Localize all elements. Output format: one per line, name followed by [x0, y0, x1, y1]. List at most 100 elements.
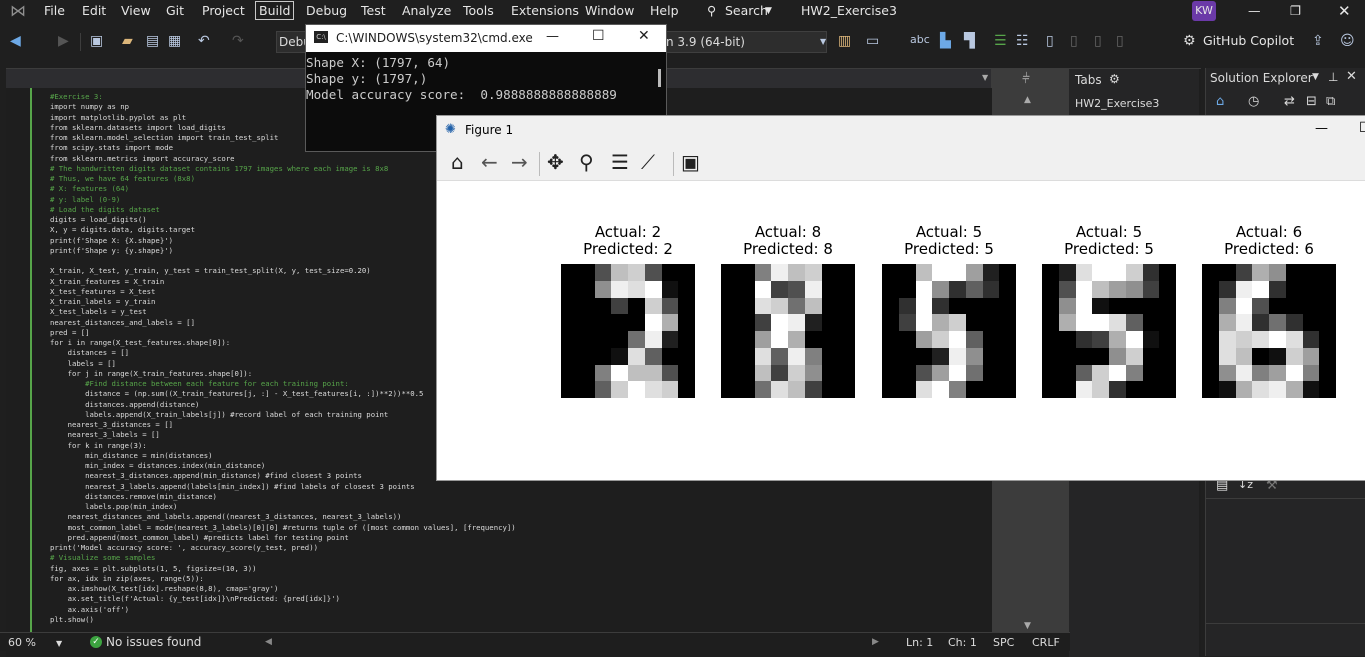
code-line[interactable]: distances = []	[50, 348, 130, 357]
feedback-icon[interactable]: ☺	[1340, 33, 1355, 49]
bookmark-next-icon[interactable]: ▯	[1094, 33, 1102, 49]
menu-build[interactable]: Build	[255, 1, 295, 20]
split-icon[interactable]: ⫩	[1022, 71, 1030, 87]
collapse-icon[interactable]: ⊟	[1306, 94, 1317, 109]
close-icon[interactable]: ✕	[1338, 2, 1351, 20]
code-line[interactable]: min_index = distances.index(min_distance…	[50, 461, 265, 470]
code-line[interactable]: labels.append(X_train_labels[j]) #record…	[50, 410, 388, 419]
code-line[interactable]: nearest_3_labels = []	[50, 430, 160, 439]
cmd-titlebar[interactable]: C:\ C:\WINDOWS\system32\cmd.exe — ☐ ✕	[306, 25, 666, 52]
github-copilot-button[interactable]: GitHub Copilot	[1203, 33, 1294, 48]
code-line[interactable]: print('Model accuracy score: ', accuracy…	[50, 543, 318, 552]
code-line[interactable]: # Thus, we have 64 features (8x8)	[50, 174, 195, 183]
code-line[interactable]: distances.remove(min_distance)	[50, 492, 217, 501]
bookmark-icon[interactable]: ▯	[1046, 33, 1054, 49]
code-line[interactable]: X_train_labels = y_train	[50, 297, 155, 306]
code-line[interactable]: from sklearn.metrics import accuracy_sco…	[50, 154, 235, 163]
code-line[interactable]: fig, axes = plt.subplots(1, 5, figsize=(…	[50, 564, 256, 573]
code-line[interactable]: for j in range(X_train_features.shape[0]…	[50, 369, 253, 378]
code-line[interactable]: plt.show()	[50, 615, 94, 624]
code-line[interactable]: #Find distance between each feature for …	[50, 379, 349, 388]
python-environment-dropdown[interactable]: n 3.9 (64-bit)	[665, 31, 827, 53]
code-line[interactable]: X, y = digits.data, digits.target	[50, 225, 195, 234]
code-line[interactable]: nearest_distances_and_labels.append((nea…	[50, 512, 402, 521]
menu-test[interactable]: Test	[361, 3, 386, 18]
tab-hw2-exercise3[interactable]: HW2_Exercise3	[1075, 97, 1159, 110]
menu-extensions[interactable]: Extensions	[511, 3, 579, 18]
maximize-icon[interactable]: ☐	[592, 28, 605, 44]
indent-icon[interactable]: ☰	[994, 33, 1007, 49]
restore-icon[interactable]: ❐	[1290, 3, 1301, 18]
scroll-down-icon[interactable]: ▼	[1024, 621, 1031, 631]
code-line[interactable]: distances.append(distance)	[50, 400, 199, 409]
menu-tools[interactable]: Tools	[463, 3, 494, 18]
figure-titlebar[interactable]: ✺ Figure 1 — ☐	[437, 116, 1365, 146]
code-line[interactable]: # Visualize some samples	[50, 553, 155, 562]
save-all-icon[interactable]: ▦	[168, 33, 181, 49]
code-line[interactable]: import matplotlib.pyplot as plt	[50, 113, 186, 122]
code-line[interactable]: labels.pop(min_index)	[50, 502, 177, 511]
menu-git[interactable]: Git	[166, 3, 184, 18]
chevron-down-icon[interactable]: ▼	[1312, 72, 1319, 82]
outdent-icon[interactable]: ☷	[1016, 33, 1029, 49]
code-line[interactable]: print(f'Shape X: {X.shape}')	[50, 236, 173, 245]
format-icon[interactable]: ▜	[964, 33, 975, 49]
minimize-icon[interactable]: —	[1248, 3, 1261, 18]
menu-help[interactable]: Help	[650, 3, 679, 18]
configure-subplots-icon[interactable]: ☰	[611, 150, 629, 174]
whitespace-mode[interactable]: SPC	[993, 636, 1014, 649]
copy-icon[interactable]: ⧉	[1326, 94, 1335, 109]
code-line[interactable]: min_distance = min(distances)	[50, 451, 212, 460]
code-line[interactable]: for ax, idx in zip(axes, range(5)):	[50, 574, 204, 583]
code-line[interactable]: print(f'Shape y: {y.shape}')	[50, 246, 173, 255]
code-line[interactable]: from sklearn.datasets import load_digits	[50, 123, 226, 132]
code-line[interactable]: # y: label (0-9)	[50, 195, 120, 204]
minimize-icon[interactable]: —	[1315, 121, 1328, 136]
redo-icon[interactable]: ↷	[232, 33, 244, 49]
search-icon[interactable]: ⚲	[707, 3, 716, 18]
menu-debug[interactable]: Debug	[306, 3, 347, 18]
save-icon[interactable]: ▤	[146, 33, 159, 49]
back-icon[interactable]: ◀	[10, 33, 21, 49]
code-line[interactable]: labels = []	[50, 359, 116, 368]
save-figure-icon[interactable]: ▣	[681, 150, 700, 174]
code-line[interactable]: #Exercise 3:	[50, 92, 103, 101]
code-line[interactable]: nearest_3_distances = []	[50, 420, 173, 429]
code-line[interactable]: pred.append(most_common_label) #predicts…	[50, 533, 349, 542]
line-number[interactable]: Ln: 1	[906, 636, 933, 649]
share-icon[interactable]: ⇪	[1312, 33, 1324, 49]
code-line[interactable]: from sklearn.model_selection import trai…	[50, 133, 278, 142]
code-line[interactable]: for i in range(X_test_features.shape[0])…	[50, 338, 230, 347]
search-button[interactable]: Search	[725, 3, 768, 18]
scroll-up-icon[interactable]: ▲	[1024, 95, 1031, 105]
code-line[interactable]: X_train, X_test, y_train, y_test = train…	[50, 266, 371, 275]
user-avatar[interactable]: KW	[1192, 1, 1216, 21]
menu-edit[interactable]: Edit	[82, 3, 106, 18]
matplotlib-figure-window[interactable]: ✺ Figure 1 — ☐ ⌂ ← → ✥ ⚲ ☰ ⟋ ▣ Actual: 2…	[436, 115, 1365, 481]
code-line[interactable]: for k in range(3):	[50, 441, 147, 450]
code-line[interactable]: from scipy.stats import mode	[50, 143, 173, 152]
menu-project[interactable]: Project	[202, 3, 245, 18]
close-icon[interactable]: ✕	[1346, 69, 1357, 84]
layout-icon[interactable]: ▭	[866, 33, 879, 49]
sync-icon[interactable]: ⇄	[1284, 94, 1295, 109]
code-line[interactable]: nearest_3_distances.append(min_distance)…	[50, 471, 362, 480]
close-icon[interactable]: ✕	[638, 28, 650, 44]
new-project-icon[interactable]: ▣	[90, 33, 103, 49]
chevron-down-icon[interactable]: ▼	[56, 639, 62, 648]
column-number[interactable]: Ch: 1	[948, 636, 977, 649]
issues-status[interactable]: No issues found	[106, 635, 201, 649]
maximize-icon[interactable]: ☐	[1359, 120, 1365, 136]
forward-icon[interactable]: ▶	[58, 33, 69, 49]
code-line[interactable]: # The handwritten digits dataset contain…	[50, 164, 388, 173]
open-folder-icon[interactable]: ▰	[122, 33, 133, 49]
code-line[interactable]: ax.imshow(X_test[idx].reshape(8,8), cmap…	[50, 584, 279, 593]
code-line[interactable]: ax.axis('off')	[50, 605, 130, 614]
forward-arrow-icon[interactable]: →	[511, 150, 528, 174]
line-endings[interactable]: CRLF	[1032, 636, 1060, 649]
bookmark-clear-icon[interactable]: ▯	[1116, 33, 1124, 49]
undo-icon[interactable]: ↶	[198, 33, 210, 49]
code-line[interactable]: digits = load_digits()	[50, 215, 147, 224]
code-line[interactable]: ax.set_title(f'Actual: {y_test[idx]}\nPr…	[50, 594, 340, 603]
code-line[interactable]: pred = []	[50, 328, 90, 337]
